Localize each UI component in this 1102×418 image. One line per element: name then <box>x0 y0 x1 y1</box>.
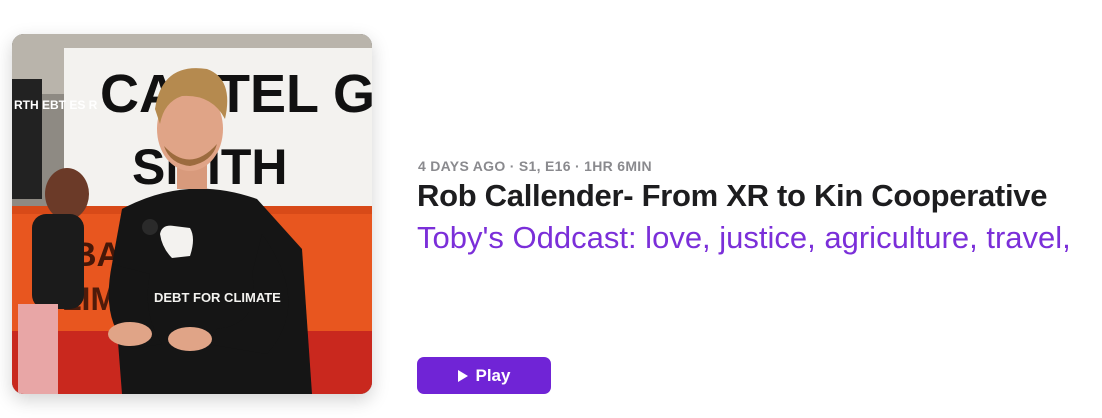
show-name-link[interactable]: Toby's Oddcast: love, justice, agricultu… <box>417 220 1102 256</box>
play-button-label: Play <box>475 365 511 385</box>
play-button[interactable]: Play <box>417 357 551 394</box>
banner-top-text: CARTEL G <box>100 64 372 124</box>
episode-artwork[interactable]: CARTEL G SMITH RTH EBT ES R BAN ... DRIV… <box>12 34 372 394</box>
shirt-text: DEBT FOR CLIMATE <box>154 290 281 305</box>
episode-title[interactable]: Rob Callender- From XR to Kin Cooperativ… <box>417 178 1047 214</box>
artwork-photo: CARTEL G SMITH RTH EBT ES R BAN ... DRIV… <box>12 34 372 394</box>
episode-card: CARTEL G SMITH RTH EBT ES R BAN ... DRIV… <box>0 0 1102 418</box>
left-sign-text: RTH EBT ES R <box>14 98 98 112</box>
episode-meta: 4 DAYS AGO · S1, E16 · 1HR 6MIN <box>418 158 652 174</box>
play-icon <box>457 369 468 382</box>
